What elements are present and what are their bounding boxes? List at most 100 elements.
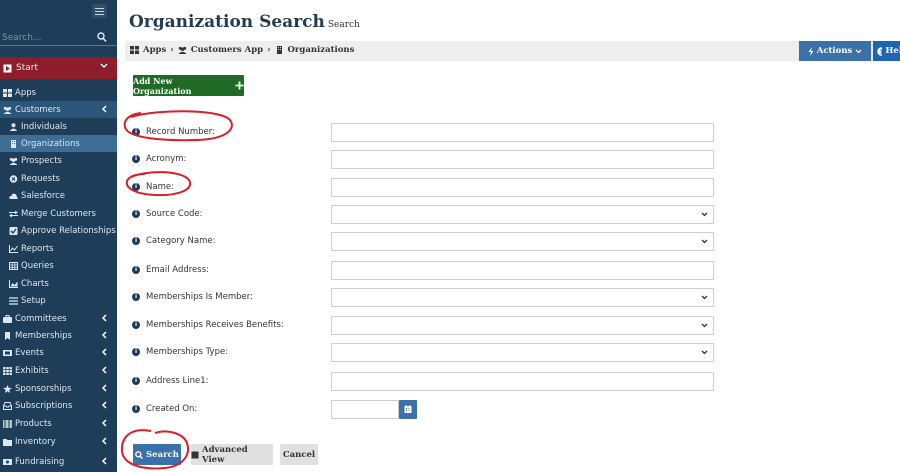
breadcrumb-apps[interactable]: Apps bbox=[143, 45, 166, 55]
line-chart-icon bbox=[9, 244, 18, 253]
field-label: Created On: bbox=[146, 404, 198, 414]
record-number-input[interactable] bbox=[331, 123, 714, 142]
info-icon[interactable]: i bbox=[132, 128, 140, 136]
chevron-down-icon bbox=[701, 212, 708, 217]
info-icon[interactable]: i bbox=[132, 377, 140, 385]
chevron-left-icon bbox=[101, 314, 107, 322]
breadcrumb-organizations: Organizations bbox=[287, 45, 355, 55]
info-icon[interactable]: i bbox=[132, 210, 140, 218]
sidebar-item-committees[interactable]: Committees bbox=[0, 310, 117, 327]
sidebar-item-label: Requests bbox=[21, 173, 60, 184]
chevron-left-icon bbox=[101, 105, 107, 113]
form-row-record-number: i Record Number: bbox=[117, 123, 900, 143]
help-button[interactable]: ? Help bbox=[873, 41, 900, 61]
category-name-select[interactable] bbox=[331, 232, 714, 251]
sidebar-item-customers[interactable]: Customers bbox=[0, 101, 117, 118]
sidebar-item-apps[interactable]: Apps bbox=[0, 84, 117, 101]
chevron-left-icon bbox=[101, 457, 107, 465]
actions-button[interactable]: Actions bbox=[799, 41, 871, 61]
sidebar-item-label: Exhibits bbox=[15, 365, 49, 376]
info-icon[interactable]: i bbox=[132, 266, 140, 274]
info-icon[interactable]: i bbox=[132, 237, 140, 245]
grid-icon bbox=[3, 366, 12, 375]
sidebar-item-salesforce[interactable]: Salesforce bbox=[0, 187, 117, 204]
advanced-view-button[interactable]: Advanced View bbox=[191, 444, 273, 465]
start-icon bbox=[3, 64, 12, 72]
sidebar-item-reports[interactable]: Reports bbox=[0, 240, 117, 257]
sidebar-search-input[interactable] bbox=[2, 30, 92, 45]
info-icon[interactable]: i bbox=[132, 348, 140, 356]
breadcrumb-customers-app[interactable]: Customers App bbox=[191, 45, 263, 55]
source-code-select[interactable] bbox=[331, 205, 714, 224]
sidebar-item-requests[interactable]: Requests bbox=[0, 170, 117, 187]
sidebar-item-products[interactable]: Products bbox=[0, 415, 117, 432]
info-icon[interactable]: i bbox=[132, 183, 140, 191]
sidebar-item-exhibits[interactable]: Exhibits bbox=[0, 362, 117, 379]
exchange-icon bbox=[9, 210, 18, 217]
search-icon[interactable] bbox=[97, 31, 107, 43]
field-label: Email Address: bbox=[146, 265, 209, 275]
sidebar-item-sponsorships[interactable]: Sponsorships bbox=[0, 380, 117, 397]
field-label: Memberships Receives Benefits: bbox=[146, 320, 284, 330]
chevron-down-icon bbox=[855, 49, 862, 53]
sidebar-start[interactable]: Start bbox=[0, 57, 117, 79]
form-row-source-code: i Source Code: bbox=[117, 205, 900, 225]
sidebar-item-merge-customers[interactable]: Merge Customers bbox=[0, 205, 117, 222]
sidebar-item-label: Subscriptions bbox=[15, 400, 73, 411]
list-icon bbox=[9, 296, 18, 305]
memberships-type-select[interactable] bbox=[331, 343, 714, 362]
add-new-organization-button[interactable]: Add New Organization bbox=[133, 75, 244, 96]
page-title: Organization Search Search bbox=[129, 12, 360, 32]
address-line1-input[interactable] bbox=[331, 372, 714, 391]
sidebar-item-setup[interactable]: Setup bbox=[0, 292, 117, 309]
acronym-input[interactable] bbox=[331, 150, 714, 169]
memberships-is-member-select[interactable] bbox=[331, 288, 714, 307]
created-on-input[interactable] bbox=[331, 400, 399, 419]
sidebar-item-memberships[interactable]: Memberships bbox=[0, 327, 117, 344]
sidebar-item-approve-relationships[interactable]: Approve Relationships bbox=[0, 222, 117, 239]
sidebar-item-label: Charts bbox=[21, 278, 49, 289]
sidebar-item-subscriptions[interactable]: Subscriptions bbox=[0, 397, 117, 414]
info-icon[interactable]: i bbox=[132, 321, 140, 329]
info-icon[interactable]: i bbox=[132, 405, 140, 413]
sidebar-item-organizations[interactable]: Organizations bbox=[0, 135, 117, 152]
email-address-input[interactable] bbox=[331, 261, 714, 280]
sidebar-start-label: Start bbox=[16, 63, 38, 73]
chevron-left-icon bbox=[101, 384, 107, 392]
users-icon bbox=[9, 157, 18, 165]
sidebar-item-label: Merge Customers bbox=[21, 208, 96, 219]
field-label: Category Name: bbox=[146, 236, 216, 246]
search-button[interactable]: Search bbox=[133, 444, 181, 465]
sidebar-item-label: Customers bbox=[15, 104, 61, 115]
sidebar-item-queries[interactable]: Queries bbox=[0, 257, 117, 274]
info-icon[interactable]: i bbox=[132, 155, 140, 163]
chevron-down-icon bbox=[701, 239, 708, 244]
cancel-button[interactable]: Cancel bbox=[280, 444, 318, 465]
barcode-icon bbox=[3, 419, 12, 428]
memberships-receives-benefits-select[interactable] bbox=[331, 316, 714, 335]
sidebar-item-charts[interactable]: Charts bbox=[0, 275, 117, 292]
form-row-memberships-type: i Memberships Type: bbox=[117, 343, 900, 363]
sidebar-item-fundraising[interactable]: Fundraising bbox=[0, 453, 117, 470]
sidebar-item-individuals[interactable]: Individuals bbox=[0, 118, 117, 135]
name-input[interactable] bbox=[331, 178, 714, 197]
users-icon bbox=[3, 106, 12, 114]
breadcrumb-separator: › bbox=[267, 45, 271, 55]
cloud-icon bbox=[9, 193, 18, 199]
sidebar-item-label: Prospects bbox=[21, 155, 62, 166]
form-row-name: i Name: bbox=[117, 178, 900, 198]
calendar-button[interactable] bbox=[399, 400, 417, 419]
sidebar-item-label: Inventory bbox=[15, 436, 56, 447]
table-icon bbox=[9, 261, 18, 270]
sidebar-item-inventory[interactable]: Inventory bbox=[0, 433, 117, 450]
menu-toggle-icon[interactable] bbox=[92, 4, 107, 18]
sidebar-item-prospects[interactable]: Prospects bbox=[0, 152, 117, 169]
building-icon bbox=[11, 139, 16, 148]
sidebar-item-label: Fundraising bbox=[15, 456, 65, 467]
field-label: Name: bbox=[146, 182, 174, 192]
sidebar-item-label: Setup bbox=[21, 295, 46, 306]
sidebar-item-events[interactable]: Events bbox=[0, 344, 117, 361]
info-icon[interactable]: i bbox=[132, 293, 140, 301]
chevron-left-icon bbox=[101, 437, 107, 445]
sidebar-item-label: Individuals bbox=[21, 121, 67, 132]
